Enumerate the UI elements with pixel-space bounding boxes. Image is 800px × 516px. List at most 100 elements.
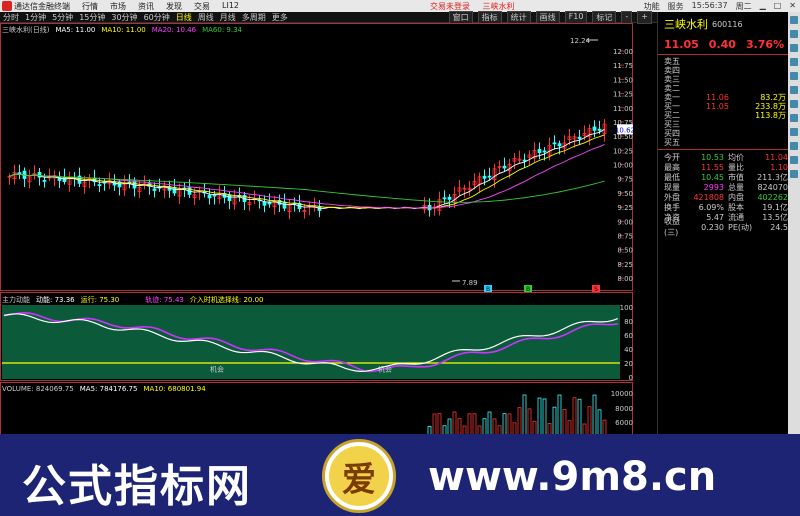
price-tick-label: 9.50 [617, 190, 633, 198]
close-icon[interactable]: ✕ [789, 1, 796, 12]
volume-bar [587, 406, 592, 436]
price-marker: 10.62 [615, 126, 633, 134]
order-book-row: 买五 [658, 138, 788, 147]
candle-body [207, 194, 212, 199]
chance-label: 机会 [378, 364, 392, 373]
quote-price-row: 11.05 0.40 3.76% [658, 36, 788, 52]
clock: 15:56:37 [691, 0, 728, 10]
stat-value: 10.45 [701, 172, 724, 182]
price-tick-label: 9.00 [617, 218, 633, 226]
mark-button[interactable]: 标记 [592, 10, 617, 24]
volume-bar [572, 397, 577, 436]
volume-bar [557, 394, 562, 436]
high-label: 12.24 [570, 37, 591, 45]
stats-button[interactable]: 统计 [506, 10, 531, 24]
volume-tick-label: 6000 [615, 419, 633, 427]
volume-bar [492, 418, 497, 436]
indicator-name: 主力动能 [2, 296, 30, 304]
quote-panel: 三峡水利 600116 11.05 0.40 3.76% 卖五 卖四 卖三 卖二 卖一 1… [657, 12, 788, 492]
volume-bar [472, 413, 477, 436]
candle-body [447, 196, 452, 200]
ob-volume: 113.8万 [755, 111, 786, 120]
tab-1min[interactable]: 1分钟 [22, 12, 49, 23]
volume-bar [452, 411, 457, 436]
menu-item[interactable]: LI12 [222, 1, 239, 12]
volume-bar [517, 407, 522, 436]
vol-ma10-label: MA10: 680801.94 [143, 385, 206, 393]
tab-daily[interactable]: 日线 [173, 12, 195, 23]
sidebar-tool-icon[interactable] [790, 128, 798, 136]
tab-15min[interactable]: 15分钟 [76, 12, 108, 23]
indicator-button[interactable]: 指标 [477, 10, 502, 24]
quote-stats: 今开 10.53 均价 11.04 最高 11.55 量比 1.10 最低 10.45 市值 211.… [658, 152, 788, 238]
volume-bar [467, 413, 472, 436]
sidebar-tool-icon[interactable] [790, 44, 798, 52]
price-tick-label: 8.75 [617, 232, 633, 240]
title-bar: 通达信金融终端 行情 市场 资讯 发现 交易 LI12 交易未登录 三峡水利 功… [0, 0, 800, 12]
tab-60min[interactable]: 60分钟 [141, 12, 173, 23]
sidebar-tool-icon[interactable] [790, 100, 798, 108]
volume-bar [482, 418, 487, 436]
sidebar-tool-icon[interactable] [790, 142, 798, 150]
tab-5min[interactable]: 5分钟 [49, 12, 76, 23]
quote-header: 三峡水利 600116 [658, 12, 788, 36]
price-tick-label: 9.75 [617, 176, 633, 184]
maximize-icon[interactable]: □ [774, 1, 782, 12]
menu-item[interactable]: 市场 [110, 1, 126, 12]
service-menu[interactable]: 服务 [668, 1, 684, 12]
candle-body [282, 201, 287, 209]
candle-body [592, 126, 597, 131]
volume-bar [522, 394, 527, 436]
zoom-out-button[interactable]: - [621, 10, 633, 24]
kline-chart-svg[interactable]: 12.0011.7511.5011.2511.0010.7510.5010.25… [0, 23, 633, 493]
ob-price: 11.06 [706, 93, 729, 102]
volume-bar [532, 420, 537, 436]
minimize-icon[interactable]: ▁ [760, 1, 766, 12]
candle-body [487, 175, 492, 178]
sidebar-tool-icon[interactable] [790, 16, 798, 24]
price-tick-label: 12.00 [613, 48, 633, 56]
tab-multi[interactable]: 多周期 [239, 12, 269, 23]
window-button[interactable]: 窗口 [448, 10, 473, 24]
sidebar-tool-icon[interactable] [790, 170, 798, 178]
tab-more[interactable]: 更多 [269, 12, 291, 23]
candle-body [597, 128, 602, 131]
volume-bar [602, 419, 607, 436]
quote-pct: 3.76% [745, 37, 785, 51]
sidebar-tool-icon[interactable] [790, 156, 798, 164]
draw-button[interactable]: 画线 [535, 10, 560, 24]
stat-value: 10.53 [701, 152, 724, 162]
chart-area[interactable]: 12.00 11.75 11.50 11.25 11.00 10.75 10.50 10.25… [0, 23, 633, 493]
ma5-label: MA5: 11.00 [55, 26, 96, 34]
chart-title: 三峡水利(日线) [2, 26, 50, 34]
tab-fenshi[interactable]: 分时 [0, 12, 22, 23]
menu-item[interactable]: 资讯 [138, 1, 154, 12]
volume-bar [432, 413, 437, 436]
sidebar-tool-icon[interactable] [790, 58, 798, 66]
menu-item[interactable]: 行情 [82, 1, 98, 12]
tab-weekly[interactable]: 周线 [195, 12, 217, 23]
menu-item[interactable]: 交易 [194, 1, 210, 12]
watermark-banner: 公式指标网 爱 www.9m8.cn [0, 434, 800, 516]
sidebar-tool-icon[interactable] [790, 72, 798, 80]
coin-char: 爱 [329, 446, 389, 506]
title-right: 功能 服务 15:56:37 周二 ▁ □ ✕ [644, 1, 796, 12]
dongneng-label: 动能: 73.36 [36, 296, 75, 304]
zoom-in-button[interactable]: + [637, 10, 652, 24]
indicator-tick-label: 0 [629, 374, 633, 382]
f10-button[interactable]: F10 [564, 10, 588, 24]
stat-value: 13.5亿 [762, 212, 788, 222]
toolbar-right: 窗口 指标 统计 画线 F10 标记 - + [448, 10, 652, 24]
volume-bar [527, 408, 532, 436]
sidebar-tool-icon[interactable] [790, 86, 798, 94]
price-tick-label: 9.25 [617, 204, 633, 212]
stat-value: 211.3亿 [757, 172, 788, 182]
sidebar-tool-icon[interactable] [790, 114, 798, 122]
login-status[interactable]: 交易未登录 [430, 2, 470, 11]
sidebar-tool-icon[interactable] [790, 30, 798, 38]
price-tick-label: 8.50 [617, 247, 633, 255]
menu-item[interactable]: 发现 [166, 1, 182, 12]
tab-monthly[interactable]: 月线 [217, 12, 239, 23]
guiji-label: 轨迹: 75.43 [145, 296, 184, 304]
tab-30min[interactable]: 30分钟 [108, 12, 140, 23]
